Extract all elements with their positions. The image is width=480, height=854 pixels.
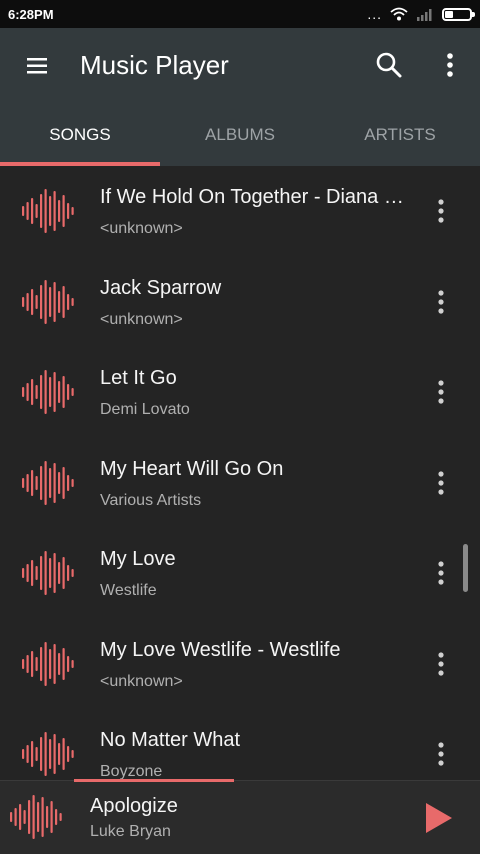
app-title: Music Player — [80, 50, 229, 80]
song-more-icon[interactable] — [428, 466, 454, 500]
tab-songs[interactable]: SONGS — [0, 104, 160, 166]
song-title: If We Hold On Together - Diana Ross — [100, 186, 406, 208]
song-artist: Westlife — [100, 582, 157, 599]
tab-artists[interactable]: ARTISTS — [320, 104, 480, 166]
tab-bar: SONGS ALBUMS ARTISTS — [0, 104, 480, 166]
more-dots-icon: ... — [367, 6, 382, 22]
song-more-icon[interactable] — [428, 194, 454, 228]
status-icons: ... — [367, 6, 475, 22]
song-row[interactable]: Let It Go Demi Lovato — [0, 347, 480, 437]
battery-icon — [442, 7, 475, 21]
song-row[interactable]: My Love Westlife — [0, 528, 480, 618]
song-row[interactable]: No Matter What Boyzone — [0, 709, 480, 780]
song-title: My Heart Will Go On — [100, 458, 284, 480]
song-artist: <unknown> — [100, 673, 183, 690]
menu-icon[interactable] — [22, 52, 52, 80]
waveform-icon — [22, 732, 74, 776]
now-playing-artist: Luke Bryan — [90, 823, 171, 840]
status-bar: 6:28PM ... — [0, 0, 480, 28]
song-artist: Demi Lovato — [100, 401, 190, 418]
waveform-icon — [22, 642, 74, 686]
song-title: No Matter What — [100, 729, 241, 751]
song-artist: Various Artists — [100, 492, 202, 509]
more-vert-icon[interactable] — [436, 48, 464, 82]
search-icon[interactable] — [372, 48, 406, 82]
tab-albums[interactable]: ALBUMS — [160, 104, 320, 166]
song-title: Let It Go — [100, 367, 177, 389]
song-more-icon[interactable] — [428, 375, 454, 409]
status-time: 6:28PM — [8, 6, 54, 22]
signal-icon — [417, 8, 432, 21]
app-bar: Music Player — [0, 28, 480, 104]
song-list[interactable]: If We Hold On Together - Diana Ross <unk… — [0, 166, 480, 780]
waveform-icon — [22, 280, 74, 324]
waveform-icon — [22, 461, 74, 505]
song-row[interactable]: Jack Sparrow <unknown> — [0, 257, 480, 347]
song-row[interactable]: My Love Westlife - Westlife <unknown> — [0, 619, 480, 709]
scrollbar-thumb[interactable] — [463, 544, 468, 592]
wifi-icon — [390, 7, 408, 21]
song-more-icon[interactable] — [428, 556, 454, 590]
song-title: My Love — [100, 548, 176, 570]
song-title: My Love Westlife - Westlife — [100, 639, 341, 661]
play-icon[interactable] — [422, 799, 456, 837]
now-playing-title: Apologize — [90, 795, 178, 817]
song-title: Jack Sparrow — [100, 277, 222, 299]
song-row[interactable]: My Heart Will Go On Various Artists — [0, 438, 480, 528]
song-more-icon[interactable] — [428, 737, 454, 771]
song-more-icon[interactable] — [428, 647, 454, 681]
song-artist: <unknown> — [100, 311, 183, 328]
waveform-icon — [22, 189, 74, 233]
song-artist: Boyzone — [100, 763, 163, 780]
now-playing-bar[interactable]: Apologize Luke Bryan — [0, 779, 480, 854]
song-row[interactable]: If We Hold On Together - Diana Ross <unk… — [0, 166, 480, 256]
waveform-icon — [22, 370, 74, 414]
song-more-icon[interactable] — [428, 285, 454, 319]
waveform-icon — [10, 795, 62, 839]
waveform-icon — [22, 551, 74, 595]
song-artist: <unknown> — [100, 220, 183, 237]
playback-progress[interactable] — [74, 779, 234, 782]
